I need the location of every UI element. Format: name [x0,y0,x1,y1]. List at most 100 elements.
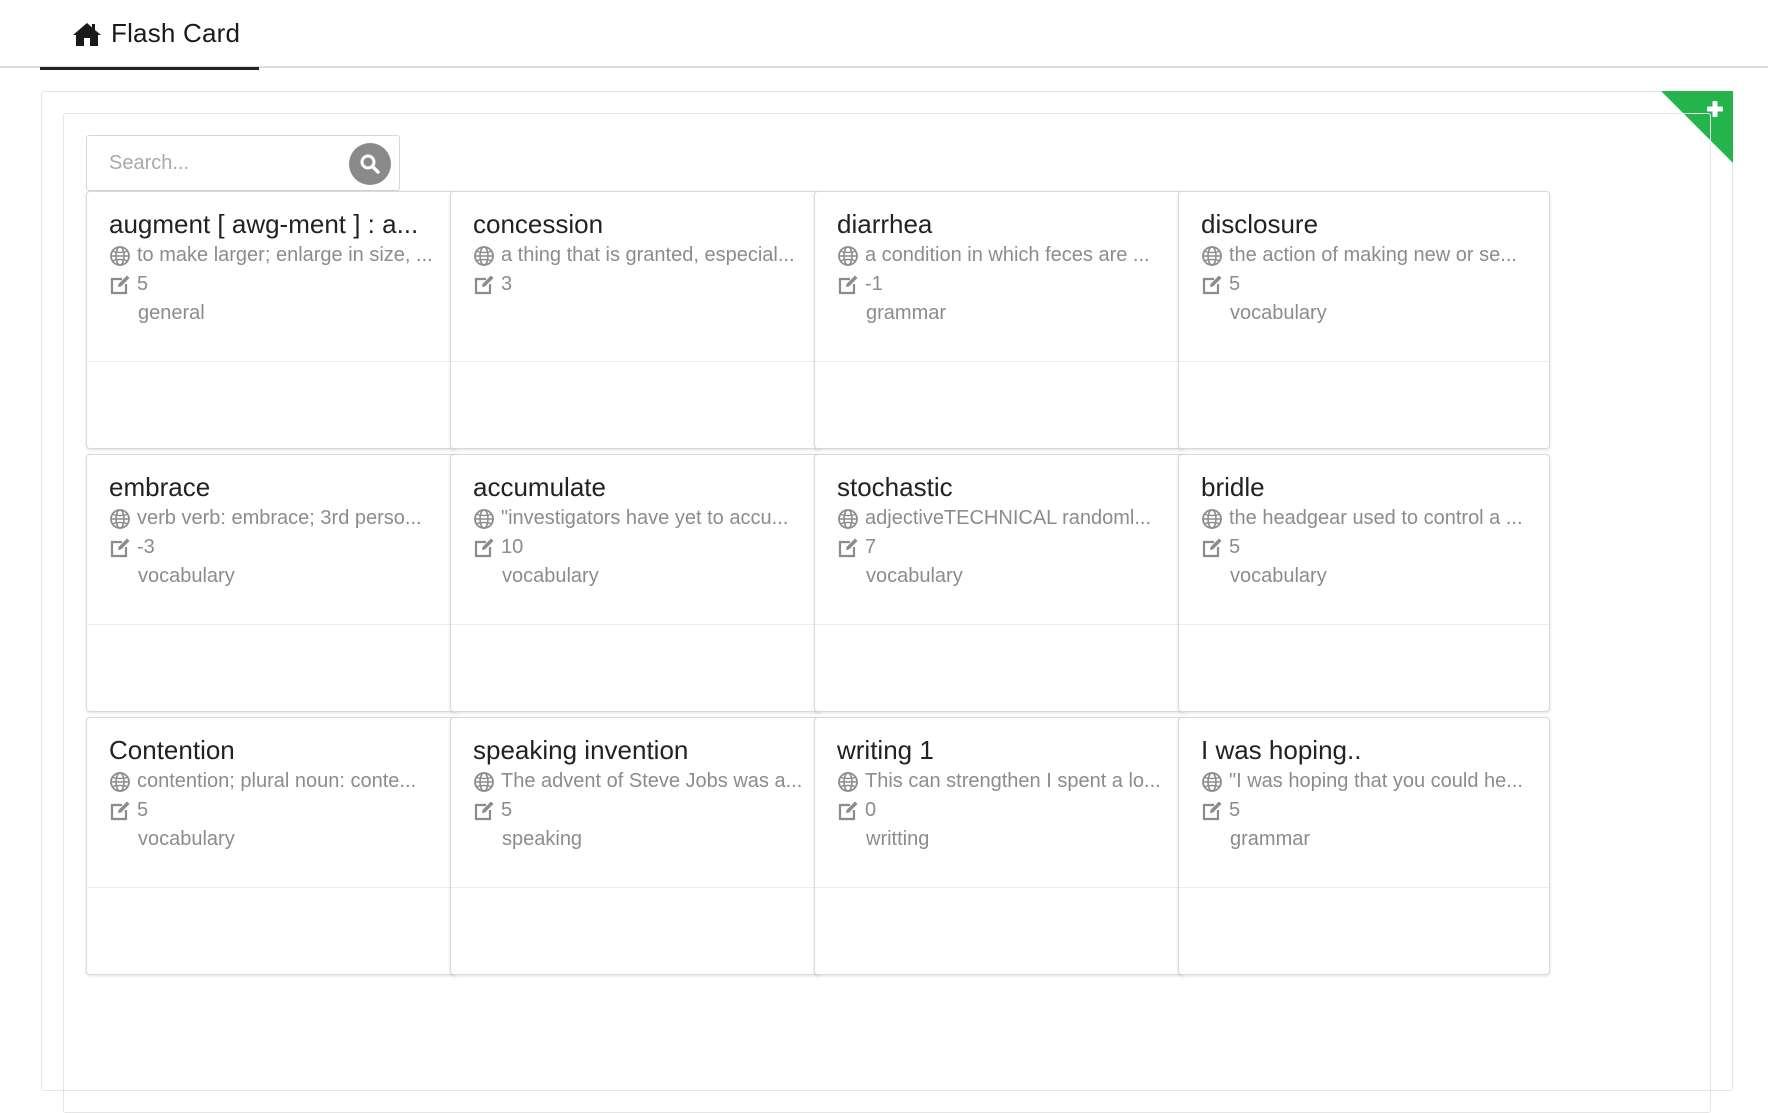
card-definition-row: verb verb: embrace; 3rd perso... [109,507,439,530]
globe-icon [110,245,130,266]
flash-card[interactable]: Contention contention; plural noun: cont… [86,717,458,975]
search-input[interactable] [87,136,337,190]
card-score: -1 [865,273,883,295]
card-body: writing 1 This can strengthen I spent a … [815,718,1185,888]
card-category: vocabulary [138,828,235,850]
card-score: 5 [137,799,149,821]
card-category: vocabulary [138,565,235,587]
card-category: vocabulary [1230,565,1327,587]
card-score: 10 [501,536,524,558]
edit-icon [1202,801,1222,820]
globe-icon [474,245,494,266]
edit-icon [474,538,494,557]
search-button[interactable] [349,143,391,185]
card-category: vocabulary [502,565,599,587]
edit-icon [838,275,858,294]
card-body: concession a thing that is granted, espe… [451,192,821,362]
card-body: diarrhea a condition in which feces are … [815,192,1185,362]
card-title: disclosure [1201,209,1319,239]
tab-flash-card[interactable]: Flash Card [40,0,259,70]
home-icon [73,22,101,46]
card-score-row: 5 [109,799,148,822]
tab-flash-card-label: Flash Card [111,18,241,48]
flash-card[interactable]: embrace verb verb: embrace; 3rd perso...… [86,454,458,712]
card-title: speaking invention [473,735,689,765]
search-icon [360,154,380,174]
flash-card[interactable]: stochastic adjectiveTECHNICAL randoml...… [814,454,1186,712]
globe-icon [838,771,858,792]
card-definition: the headgear used to control a ... [1229,507,1523,529]
flash-card[interactable]: concession a thing that is granted, espe… [450,191,822,449]
card-score-row: 5 [109,273,148,296]
flash-card[interactable]: bridle the headgear used to control a ..… [1178,454,1550,712]
flash-card[interactable]: augment [ awg-ment ] : a... to make larg… [86,191,458,449]
card-definition-row: "investigators have yet to accu... [473,507,803,530]
card-title: Contention [109,735,235,765]
card-definition-row: a thing that is granted, especial... [473,244,803,267]
card-score: -3 [137,536,155,558]
card-score-row: 5 [1201,273,1240,296]
flash-card[interactable]: diarrhea a condition in which feces are … [814,191,1186,449]
card-definition: "I was hoping that you could he... [1229,770,1523,792]
card-score-row: 5 [473,799,512,822]
card-title: I was hoping.. [1201,735,1362,765]
card-definition-row: the action of making new or se... [1201,244,1531,267]
card-score: 5 [1229,536,1241,558]
card-score: 0 [865,799,877,821]
card-title: concession [473,209,604,239]
card-category: writting [866,828,930,850]
flash-card[interactable]: disclosure the action of making new or s… [1178,191,1550,449]
flash-card[interactable]: speaking invention The advent of Steve J… [450,717,822,975]
globe-icon [474,508,494,529]
card-score-row: 7 [837,536,876,559]
card-category: vocabulary [866,565,963,587]
card-score: 5 [137,273,149,295]
card-definition: "investigators have yet to accu... [501,507,789,529]
card-definition-row: The advent of Steve Jobs was a... [473,770,803,793]
card-category: vocabulary [1230,302,1327,324]
card-body: I was hoping.. "I was hoping that you co… [1179,718,1549,888]
globe-icon [1202,771,1222,792]
globe-icon [474,771,494,792]
edit-icon [110,275,130,294]
card-body: Contention contention; plural noun: cont… [87,718,457,888]
flash-card[interactable]: I was hoping.. "I was hoping that you co… [1178,717,1550,975]
card-body: embrace verb verb: embrace; 3rd perso...… [87,455,457,625]
card-body: disclosure the action of making new or s… [1179,192,1549,362]
flash-card[interactable]: writing 1 This can strengthen I spent a … [814,717,1186,975]
card-score-row: -1 [837,273,883,296]
card-title: accumulate [473,472,606,502]
card-definition: to make larger; enlarge in size, ... [137,244,433,266]
card-score: 3 [501,273,513,295]
globe-icon [110,771,130,792]
globe-icon [1202,245,1222,266]
card-score: 5 [1229,273,1241,295]
globe-icon [838,245,858,266]
edit-icon [1202,275,1222,294]
card-definition: The advent of Steve Jobs was a... [501,770,803,792]
card-score-row: 5 [1201,799,1240,822]
card-score-row: 3 [473,273,512,296]
edit-icon [110,801,130,820]
card-score-row: 10 [473,536,523,559]
card-definition: adjectiveTECHNICAL randoml... [865,507,1152,529]
card-definition-row: a condition in which feces are ... [837,244,1167,267]
globe-icon [838,508,858,529]
card-definition: contention; plural noun: conte... [137,770,417,792]
card-definition-row: This can strengthen I spent a lo... [837,770,1167,793]
card-score-row: 0 [837,799,876,822]
edit-icon [474,801,494,820]
card-title: writing 1 [837,735,934,765]
edit-icon [838,801,858,820]
card-score: 5 [501,799,513,821]
card-definition-row: "I was hoping that you could he... [1201,770,1531,793]
card-category: general [138,302,205,324]
flash-card[interactable]: accumulate "investigators have yet to ac… [450,454,822,712]
edit-icon [474,275,494,294]
globe-icon [110,508,130,529]
globe-icon [1202,508,1222,529]
card-definition-row: contention; plural noun: conte... [109,770,439,793]
search-box [86,135,400,191]
card-body: speaking invention The advent of Steve J… [451,718,821,888]
card-definition-row: adjectiveTECHNICAL randoml... [837,507,1167,530]
